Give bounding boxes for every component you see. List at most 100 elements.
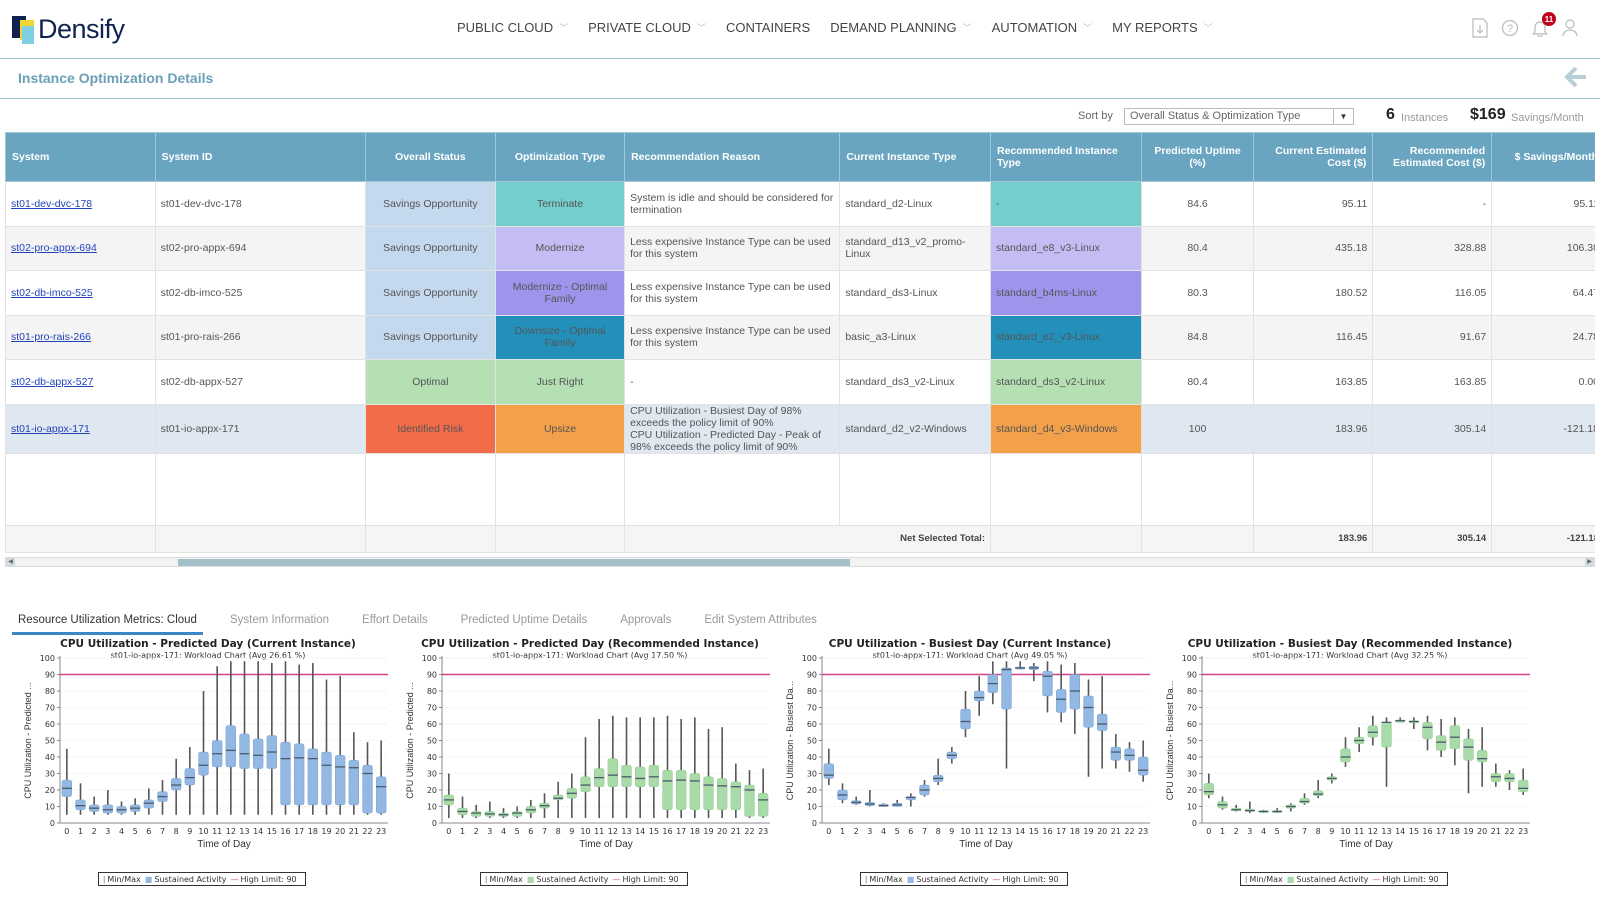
box-hour-22 — [744, 770, 755, 819]
sustained-activity-box — [1001, 667, 1012, 710]
column-header[interactable]: Optimization Type — [494, 132, 626, 182]
tab-effort-details[interactable]: Effort Details — [356, 610, 434, 635]
box-hour-5 — [129, 798, 141, 815]
x-tick-label: 23 — [376, 827, 386, 836]
box-hour-3 — [864, 790, 876, 807]
tab-predicted-uptime-details[interactable]: Predicted Uptime Details — [455, 610, 594, 635]
empty-cell — [1253, 452, 1374, 526]
system-link[interactable]: st01-io-appx-171 — [11, 423, 90, 435]
empty-cell — [1140, 452, 1255, 526]
scroll-right-icon[interactable]: ▶ — [1585, 558, 1594, 566]
column-header[interactable]: Recommendation Reason — [624, 132, 841, 182]
column-header[interactable]: Recommended Estimated Cost ($) — [1372, 132, 1493, 182]
table-row[interactable]: st01-pro-rais-266 st01-pro-rais-266 Saving… — [5, 314, 1595, 360]
y-tick-label: 20 — [45, 786, 55, 795]
high-limit-legend-icon: — — [612, 874, 621, 884]
x-tick-label: 6 — [1288, 827, 1293, 836]
box-hour-2 — [850, 796, 862, 805]
system-link[interactable]: st02-db-imco-525 — [11, 287, 93, 299]
empty-cell — [1372, 452, 1493, 526]
tab-resource-utilization-metrics-cloud[interactable]: Resource Utilization Metrics: Cloud — [12, 610, 203, 635]
nav-item-label: DEMAND PLANNING — [830, 20, 957, 35]
column-header[interactable]: System — [5, 132, 156, 182]
system-link[interactable]: st01-dev-dvc-178 — [11, 198, 92, 210]
x-tick-label: 13 — [1001, 827, 1011, 836]
bell-icon[interactable]: 11 — [1530, 12, 1556, 38]
sustained-activity-legend-icon: ■ — [1286, 874, 1295, 884]
column-header[interactable]: Predicted Uptime (%) — [1140, 132, 1255, 182]
predicted-uptime-cell: 80.4 — [1140, 359, 1255, 405]
x-tick-label: 14 — [1015, 827, 1025, 836]
table-row[interactable]: st02-pro-appx-694 st02-pro-appx-694 Saving… — [5, 225, 1595, 271]
densify-logo[interactable]: Densify — [12, 14, 125, 45]
column-header[interactable]: Overall Status — [364, 132, 496, 182]
column-header[interactable]: System ID — [154, 132, 366, 182]
overall-status-cell: Savings Opportunity — [364, 181, 496, 227]
x-tick-label: 15 — [267, 827, 277, 836]
sustained-activity-box — [225, 725, 237, 768]
legend-label: Min/Max — [1249, 874, 1283, 884]
system-cell: st02-db-appx-527 — [5, 359, 156, 405]
current-instance-cell: standard_d2_v2-Windows — [839, 403, 991, 454]
nav-item-automation[interactable]: AUTOMATION ﹀ — [992, 20, 1092, 35]
notification-count-badge: 11 — [1542, 12, 1556, 26]
total-row: Net Selected Total: 183.96305.14-121.18 — [5, 524, 1595, 553]
nav-item-private-cloud[interactable]: PRIVATE CLOUD ﹀ — [588, 20, 706, 35]
table-row[interactable]: st02-db-imco-525 st02-db-imco-525 Savings … — [5, 270, 1595, 316]
optimization-type-cell: Just Right — [494, 359, 626, 405]
sustained-activity-box — [1340, 748, 1351, 763]
x-tick-label: 14 — [253, 827, 263, 836]
sustained-activity-box — [511, 811, 523, 817]
box-hour-11 — [1353, 727, 1365, 753]
x-tick-label: 22 — [1124, 827, 1134, 836]
system-link[interactable]: st02-db-appx-527 — [11, 376, 93, 388]
recommendation-reason-cell: CPU Utilization - Busiest Day of 98% exc… — [624, 403, 841, 454]
tab-approvals[interactable]: Approvals — [614, 610, 677, 635]
tab-edit-system-attributes[interactable]: Edit System Attributes — [698, 610, 823, 635]
export-icon[interactable] — [1470, 18, 1490, 38]
y-tick-label: 60 — [427, 720, 437, 729]
box-hour-1 — [1217, 796, 1228, 810]
y-tick-label: 10 — [45, 803, 55, 812]
box-hour-15 — [1028, 662, 1040, 682]
horizontal-scrollbar[interactable]: ◀ ▶ — [5, 557, 1595, 567]
system-link[interactable]: st01-pro-rais-266 — [11, 331, 91, 343]
sustained-activity-box — [1042, 670, 1053, 697]
x-tick-label: 5 — [895, 827, 900, 836]
tab-system-information[interactable]: System Information — [224, 610, 335, 635]
nav-item-my-reports[interactable]: MY REPORTS ﹀ — [1112, 20, 1213, 35]
box-hour-0 — [443, 773, 455, 819]
logo-text: Densify — [38, 14, 125, 44]
y-tick-label: 10 — [427, 803, 437, 812]
table-row[interactable]: st01-io-appx-171 st01-io-appx-171 Identifi… — [5, 403, 1595, 454]
sort-select[interactable]: Overall Status & Optimization Type ▼ — [1124, 108, 1354, 125]
y-tick-label: 100 — [40, 654, 55, 663]
sustained-activity-box — [1476, 750, 1488, 763]
column-header[interactable]: Current Estimated Cost ($) — [1253, 132, 1374, 182]
sustained-activity-box — [1299, 798, 1310, 804]
scroll-left-icon[interactable]: ◀ — [6, 558, 15, 566]
nav-item-public-cloud[interactable]: PUBLIC CLOUD ﹀ — [457, 20, 568, 35]
legend-label: High Limit: 90 — [1002, 874, 1059, 884]
system-link[interactable]: st02-pro-appx-694 — [11, 242, 97, 254]
y-tick-label: 80 — [1187, 687, 1197, 696]
table-row[interactable]: st01-dev-dvc-178 st01-dev-dvc-178 Savings … — [5, 181, 1595, 227]
nav-item-demand-planning[interactable]: DEMAND PLANNING ﹀ — [830, 20, 971, 35]
min-max-legend-icon: ǀ — [865, 874, 868, 884]
column-header[interactable]: Recommended Instance Type — [990, 132, 1142, 182]
cpu-utilization-chart: CPU Utilization - Busiest Day (Recommend… — [1160, 638, 1540, 893]
column-header[interactable]: Current Instance Type — [839, 132, 991, 182]
current-cost-cell: 180.52 — [1253, 270, 1374, 316]
cpu-utilization-chart: CPU Utilization - Predicted Day (Recomme… — [400, 638, 780, 893]
back-arrow-icon[interactable] — [1564, 65, 1588, 96]
savings-cell: 64.47 — [1491, 270, 1595, 316]
column-header[interactable]: $ Savings/Month — [1491, 132, 1595, 182]
sustained-activity-box — [1504, 773, 1515, 782]
table-row[interactable]: st02-db-appx-527 st02-db-appx-527 Optimal J… — [5, 359, 1595, 405]
current-cost-cell: 95.11 — [1253, 181, 1374, 227]
scrollbar-thumb[interactable] — [178, 559, 850, 566]
user-icon[interactable] — [1560, 18, 1580, 38]
nav-item-containers[interactable]: CONTAINERS — [726, 20, 810, 35]
help-icon[interactable]: ? — [1500, 18, 1520, 38]
dropdown-arrow-icon[interactable]: ▼ — [1333, 109, 1353, 124]
